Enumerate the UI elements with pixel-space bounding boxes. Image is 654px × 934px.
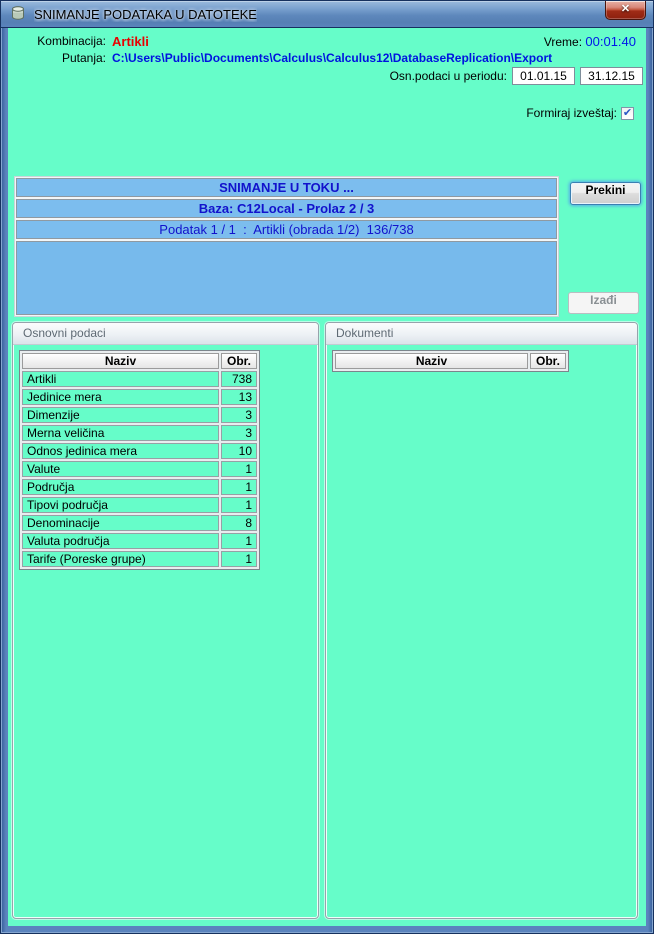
dokumenti-table: Naziv Obr. xyxy=(332,350,569,372)
cell-count: 1 xyxy=(221,461,257,477)
cell-name: Područja xyxy=(22,479,219,495)
progress-status-line: SNIMANJE U TOKU ... xyxy=(16,178,557,197)
prekini-button[interactable]: Prekini xyxy=(570,182,641,205)
table-row[interactable]: Tarife (Poreske grupe)1 xyxy=(22,551,257,567)
cell-count: 8 xyxy=(221,515,257,531)
period-label: Osn.podaci u periodu: xyxy=(390,69,507,83)
checkmark-icon: ✔ xyxy=(623,108,632,119)
progress-log-area xyxy=(16,241,557,315)
report-checkbox[interactable]: ✔ xyxy=(621,107,634,120)
close-button[interactable]: ✕ xyxy=(605,1,646,20)
table-header-row: Naziv Obr. xyxy=(22,353,257,369)
table-row[interactable]: Područja1 xyxy=(22,479,257,495)
izadi-button: Izađi xyxy=(568,292,639,314)
database-icon xyxy=(10,6,26,22)
period-to-input[interactable] xyxy=(580,67,643,85)
panel-osnovni-podaci: Osnovni podaci Naziv Obr. Artikli738Jedi… xyxy=(12,322,319,919)
dialog-content: Kombinacija: Artikli Vreme: 00:01:40 Put… xyxy=(8,28,646,926)
cell-count: 1 xyxy=(221,479,257,495)
table-row[interactable]: Valute1 xyxy=(22,461,257,477)
panel-osnovni-title: Osnovni podaci xyxy=(13,323,318,345)
column-header-obr: Obr. xyxy=(530,353,566,369)
cell-name: Jedinice mera xyxy=(22,389,219,405)
table-row[interactable]: Denominacije8 xyxy=(22,515,257,531)
table-row[interactable]: Dimenzije3 xyxy=(22,407,257,423)
cell-name: Valute xyxy=(22,461,219,477)
cell-count: 3 xyxy=(221,425,257,441)
close-icon: ✕ xyxy=(621,3,630,15)
putanja-value: C:\Users\Public\Documents\Calculus\Calcu… xyxy=(112,51,552,65)
panel-dokumenti-title: Dokumenti xyxy=(326,323,637,345)
report-label: Formiraj izveštaj: xyxy=(526,106,617,120)
column-header-obr: Obr. xyxy=(221,353,257,369)
cell-count: 1 xyxy=(221,533,257,549)
cell-name: Merna veličina xyxy=(22,425,219,441)
cell-name: Artikli xyxy=(22,371,219,387)
window-title: SNIMANJE PODATAKA U DATOTEKE xyxy=(34,7,257,22)
vreme-label: Vreme: xyxy=(544,35,582,49)
cell-name: Odnos jedinica mera xyxy=(22,443,219,459)
cell-name: Dimenzije xyxy=(22,407,219,423)
osnovni-table: Naziv Obr. Artikli738Jedinice mera13Dime… xyxy=(19,350,260,570)
kombinacija-value: Artikli xyxy=(112,34,149,49)
cell-name: Denominacije xyxy=(22,515,219,531)
table-row[interactable]: Merna veličina3 xyxy=(22,425,257,441)
title-bar[interactable]: SNIMANJE PODATAKA U DATOTEKE ✕ xyxy=(0,0,654,28)
cell-count: 738 xyxy=(221,371,257,387)
progress-detail-line: Podatak 1 / 1 : Artikli (obrada 1/2) 136… xyxy=(16,220,557,239)
cell-name: Valuta područja xyxy=(22,533,219,549)
cell-count: 1 xyxy=(221,497,257,513)
cell-count: 10 xyxy=(221,443,257,459)
vreme-value: 00:01:40 xyxy=(585,34,636,49)
column-header-naziv: Naziv xyxy=(22,353,219,369)
column-header-naziv: Naziv xyxy=(335,353,528,369)
table-row[interactable]: Valuta područja1 xyxy=(22,533,257,549)
cell-name: Tipovi područja xyxy=(22,497,219,513)
cell-name: Tarife (Poreske grupe) xyxy=(22,551,219,567)
table-row[interactable]: Jedinice mera13 xyxy=(22,389,257,405)
progress-database-line: Baza: C12Local - Prolaz 2 / 3 xyxy=(16,199,557,218)
table-row[interactable]: Artikli738 xyxy=(22,371,257,387)
progress-panel: SNIMANJE U TOKU ... Baza: C12Local - Pro… xyxy=(14,176,559,317)
table-row[interactable]: Tipovi područja1 xyxy=(22,497,257,513)
panel-dokumenti: Dokumenti Naziv Obr. xyxy=(325,322,638,919)
kombinacija-label: Kombinacija: xyxy=(8,34,106,48)
period-from-input[interactable] xyxy=(512,67,575,85)
dialog-window: SNIMANJE PODATAKA U DATOTEKE ✕ Kombinaci… xyxy=(0,0,654,934)
cell-count: 13 xyxy=(221,389,257,405)
table-row[interactable]: Odnos jedinica mera10 xyxy=(22,443,257,459)
putanja-label: Putanja: xyxy=(8,51,106,65)
cell-count: 1 xyxy=(221,551,257,567)
table-header-row: Naziv Obr. xyxy=(335,353,566,369)
cell-count: 3 xyxy=(221,407,257,423)
